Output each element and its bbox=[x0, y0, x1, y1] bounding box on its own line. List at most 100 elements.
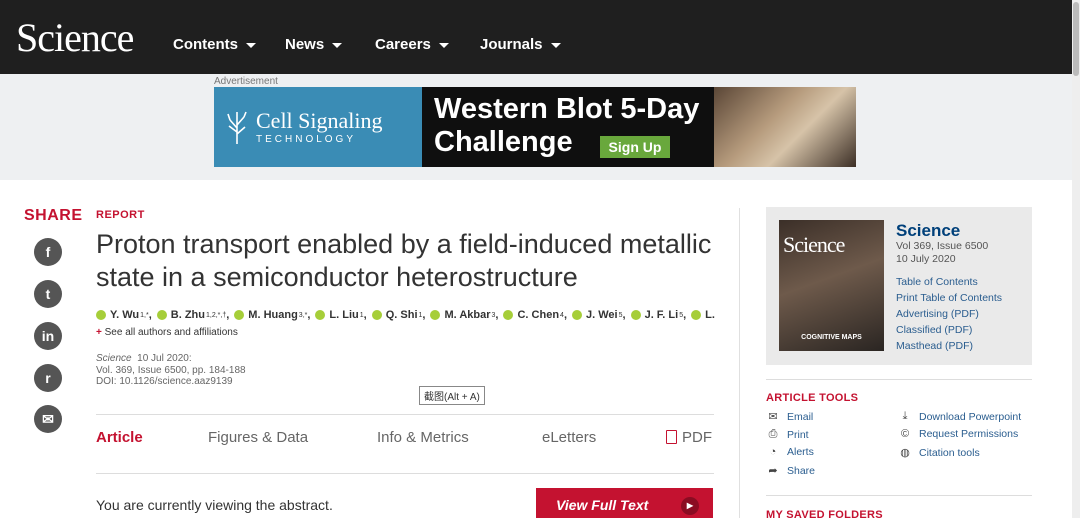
scrollbar-thumb[interactable] bbox=[1073, 2, 1079, 76]
pdf-icon bbox=[666, 430, 677, 444]
ad-banner[interactable]: Cell Signaling TECHNOLOGY Western Blot 5… bbox=[214, 87, 856, 167]
orcid-icon bbox=[430, 310, 441, 320]
chevron-down-icon bbox=[332, 42, 343, 48]
tool-download-powerpoint[interactable]: ⤓ Download Powerpoint bbox=[898, 410, 1022, 423]
tab-pdf[interactable]: PDF bbox=[666, 429, 712, 446]
linkedin-share-button[interactable]: in bbox=[34, 322, 62, 350]
ad-brand-panel: Cell Signaling TECHNOLOGY bbox=[214, 87, 422, 167]
tab-info-metrics[interactable]: Info & Metrics bbox=[377, 429, 469, 446]
author-link[interactable]: J. F. Li 5, bbox=[630, 309, 687, 321]
twitter-share-button[interactable]: t bbox=[34, 280, 62, 308]
masthead-pdf-link[interactable]: Masthead (PDF) bbox=[896, 338, 1002, 354]
ad-headline-line-1: Western Blot 5-Day bbox=[434, 93, 700, 125]
tool-alerts[interactable]: ◔ Alerts bbox=[766, 446, 814, 458]
nav-contents[interactable]: Contents bbox=[173, 36, 256, 53]
nav-journals[interactable]: Journals bbox=[480, 36, 561, 53]
citation-block: Science 10 Jul 2020: Vol. 369, Issue 650… bbox=[96, 353, 246, 388]
author-link[interactable]: Q. Shi 1, bbox=[371, 309, 425, 321]
tab-figures-data[interactable]: Figures & Data bbox=[208, 429, 308, 446]
science-logo[interactable]: Science bbox=[16, 14, 134, 61]
tab-article[interactable]: Article bbox=[96, 429, 143, 446]
orcid-icon bbox=[315, 310, 326, 320]
tool-citation[interactable]: ◍ Citation tools bbox=[898, 446, 980, 460]
saved-divider bbox=[766, 495, 1032, 496]
publish-date: 10 Jul 2020: bbox=[137, 353, 192, 364]
saved-folders-heading: MY SAVED FOLDERS bbox=[766, 509, 883, 518]
tree-logo-icon bbox=[227, 111, 247, 144]
tab-eletters[interactable]: eLetters bbox=[542, 429, 596, 446]
author-link[interactable]: B. Zhu 1,2,*,†, bbox=[156, 309, 229, 321]
author-separator: , bbox=[622, 309, 626, 321]
column-divider bbox=[739, 208, 740, 518]
facebook-share-button[interactable]: f bbox=[34, 238, 62, 266]
facebook-icon: f bbox=[45, 244, 51, 260]
author-name: Y. Wu bbox=[110, 309, 140, 321]
article-title: Proton transport enabled by a field-indu… bbox=[96, 229, 712, 292]
ad-sign-up-button[interactable]: Sign Up bbox=[600, 136, 670, 158]
tool-share[interactable]: ➦ Share bbox=[766, 464, 815, 478]
author-list: Y. Wu 1,*, B. Zhu 1,2,*,†, M. Huang 3,*, L. Li… bbox=[96, 309, 716, 323]
view-full-text-label: View Full Text bbox=[556, 497, 649, 513]
author-affiliation: 1,* bbox=[140, 311, 149, 319]
ad-brand-name: Cell Signaling bbox=[256, 107, 383, 133]
download-icon: ⤓ bbox=[902, 410, 908, 422]
nav-news[interactable]: News bbox=[285, 36, 343, 53]
tool-email-label: Email bbox=[787, 410, 814, 423]
share-arrow-icon: ➦ bbox=[768, 465, 778, 477]
author-name: Q. Shi bbox=[385, 309, 418, 321]
email-share-button[interactable]: ✉ bbox=[34, 405, 62, 433]
tool-permissions-label: Request Permissions bbox=[919, 428, 1019, 440]
share-heading: SHARE bbox=[24, 207, 83, 224]
author-link[interactable]: Y. Wu 1,*, bbox=[96, 309, 152, 321]
current-issue-box: Science COGNITIVE MAPS Science Vol 369, … bbox=[766, 207, 1032, 365]
view-full-text-button[interactable]: View Full Text ▶ bbox=[536, 488, 713, 518]
see-all-authors-link[interactable]: + See all authors and affiliations bbox=[96, 327, 238, 338]
globe-icon: ◍ bbox=[900, 447, 910, 459]
advertisement-zone: Advertisement Cell Signaling TECHNOLOGY … bbox=[0, 74, 1072, 180]
author-link[interactable]: M. Huang 3,*, bbox=[234, 309, 310, 321]
abstract-notice: You are currently viewing the abstract. bbox=[96, 497, 333, 513]
tool-print[interactable]: ⎙ Print bbox=[766, 428, 809, 441]
plus-icon: + bbox=[96, 327, 102, 338]
issue-title[interactable]: Science bbox=[896, 221, 960, 241]
tool-email[interactable]: ✉ Email bbox=[766, 410, 814, 424]
doi[interactable]: DOI: 10.1126/science.aaz9139 bbox=[96, 376, 246, 388]
classified-pdf-link[interactable]: Classified (PDF) bbox=[896, 322, 1002, 338]
linkedin-icon: in bbox=[41, 328, 55, 344]
cover-caption: COGNITIVE MAPS bbox=[801, 334, 862, 341]
issue-cover-image[interactable]: Science COGNITIVE MAPS bbox=[779, 220, 884, 351]
author-link[interactable]: L. R... bbox=[691, 309, 716, 321]
author-name: B. Zhu bbox=[170, 309, 205, 321]
author-link[interactable]: L. Liu 1, bbox=[315, 309, 367, 321]
author-separator: , bbox=[683, 309, 687, 321]
bell-icon: ◔ bbox=[769, 446, 777, 458]
tool-request-permissions[interactable]: © Request Permissions bbox=[898, 428, 1018, 440]
advertising-pdf-link[interactable]: Advertising (PDF) bbox=[896, 306, 1002, 322]
print-toc-link[interactable]: Print Table of Contents bbox=[896, 290, 1002, 306]
author-link[interactable]: M. Akbar 3, bbox=[430, 309, 498, 321]
cover-logo: Science bbox=[783, 232, 845, 257]
author-link[interactable]: C. Chen 4, bbox=[503, 309, 567, 321]
orcid-icon bbox=[371, 310, 382, 320]
nav-careers[interactable]: Careers bbox=[375, 36, 449, 53]
screenshot-tooltip: 截图(Alt + A) bbox=[419, 386, 485, 405]
orcid-icon bbox=[691, 310, 702, 320]
author-name: M. Akbar bbox=[444, 309, 491, 321]
reddit-share-button[interactable]: r bbox=[34, 364, 62, 392]
tab-pdf-label: PDF bbox=[682, 429, 712, 446]
nav-news-label: News bbox=[285, 36, 325, 53]
author-link[interactable]: J. Wei 5, bbox=[572, 309, 626, 321]
tool-alerts-label: Alerts bbox=[787, 446, 814, 458]
nav-journals-label: Journals bbox=[480, 36, 543, 53]
play-arrow-icon: ▶ bbox=[681, 497, 699, 515]
orcid-icon bbox=[234, 310, 245, 320]
volume-info: Vol. 369, Issue 6500, pp. 184-188 bbox=[96, 364, 246, 376]
orcid-icon bbox=[572, 310, 583, 320]
author-separator: , bbox=[307, 309, 311, 321]
table-of-contents-link[interactable]: Table of Contents bbox=[896, 274, 1002, 290]
orcid-icon bbox=[96, 310, 106, 320]
page-scrollbar[interactable] bbox=[1072, 0, 1080, 518]
author-name: M. Huang bbox=[248, 309, 298, 321]
chevron-down-icon bbox=[246, 42, 256, 48]
author-separator: , bbox=[495, 309, 499, 321]
